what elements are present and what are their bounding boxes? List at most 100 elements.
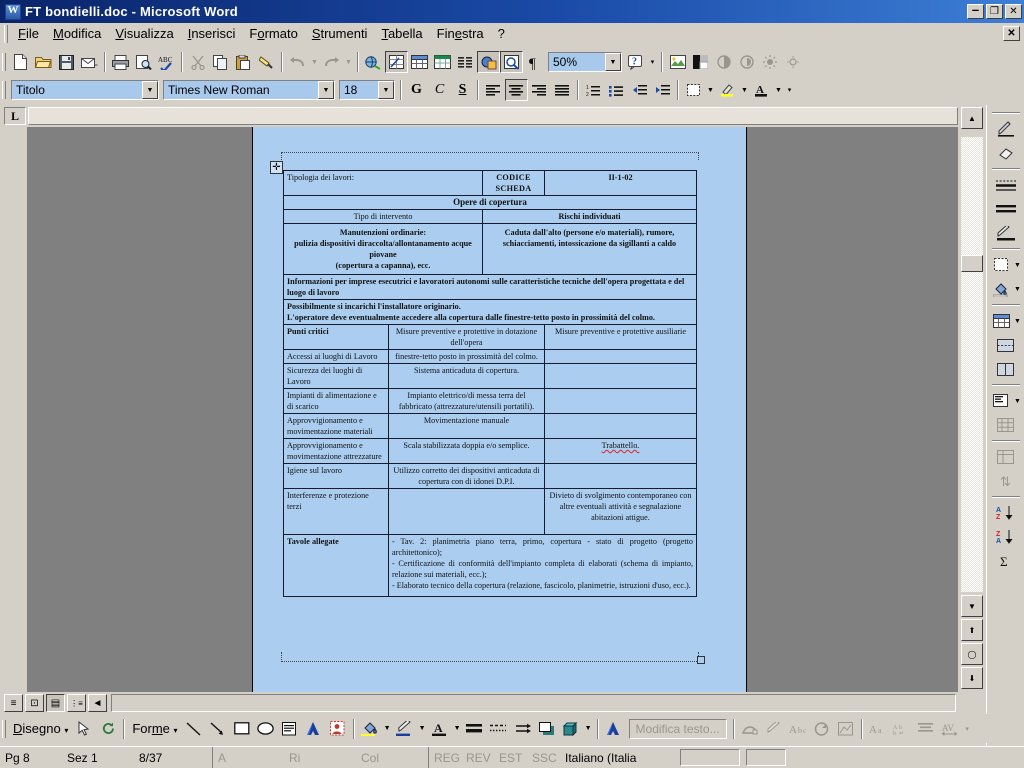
table-row[interactable]: Interferenze e protezione terzi Divieto …: [283, 488, 697, 535]
print-layout-view-button[interactable]: ▤: [46, 694, 65, 712]
columns-icon[interactable]: [454, 51, 477, 73]
new-document-icon[interactable]: [9, 51, 32, 73]
insert-table-dropdown-icon[interactable]: ▼: [1013, 318, 1022, 325]
rectangle-icon[interactable]: [230, 717, 254, 741]
italic-button[interactable]: C: [428, 79, 451, 101]
table-row-opere[interactable]: Opere di copertura: [283, 195, 697, 210]
cell-misura-ausiliaria[interactable]: Divieto di svolgimento contemporaneo con…: [544, 488, 697, 535]
minimize-button[interactable]: –: [967, 3, 984, 19]
cell-punto-critico[interactable]: Igiene sul lavoro: [283, 463, 389, 489]
table-row-manutenzioni[interactable]: Manutenzioni ordinarie: pulizia disposit…: [283, 223, 697, 275]
standard-toolbar-gripper[interactable]: [2, 53, 6, 71]
draw-table-pencil-icon[interactable]: [994, 118, 1018, 140]
table-row[interactable]: Accessi ai luoghi di Lavoro finestre-tet…: [283, 349, 697, 364]
more-brightness-icon[interactable]: [758, 51, 781, 73]
font-color-dropdown-icon[interactable]: ▼: [452, 718, 463, 740]
copy-icon[interactable]: [209, 51, 232, 73]
insert-excel-sheet-icon[interactable]: [431, 51, 454, 73]
cell-misura-dotazione[interactable]: Movimentazione manuale: [388, 413, 545, 439]
document-table[interactable]: Tipologia dei lavori: CODICE SCHEDA II-1…: [283, 170, 697, 597]
decrease-indent-icon[interactable]: [628, 79, 651, 101]
align-center-icon[interactable]: [505, 79, 528, 101]
numbered-list-icon[interactable]: 12: [582, 79, 605, 101]
vertical-scroll-track[interactable]: [961, 137, 983, 592]
split-cells-icon[interactable]: [994, 358, 1018, 380]
table-row-tavole[interactable]: Tavole allegate - Tav. 2: planimetria pi…: [283, 534, 697, 597]
line-weight-icon[interactable]: [994, 198, 1018, 220]
wordart-shape-icon[interactable]: [738, 717, 762, 741]
email-icon[interactable]: [78, 51, 101, 73]
cell-misura-dotazione[interactable]: Scala stabilizzata doppia e/o semplice.: [388, 438, 545, 464]
vertical-scrollbar[interactable]: ▲ ▼ ⬆ ◯ ⬇: [958, 105, 986, 692]
select-objects-arrow-icon[interactable]: [72, 717, 96, 741]
align-top-left-icon[interactable]: [989, 390, 1013, 412]
cell-misura-dotazione[interactable]: finestre-tetto posto in prossimità del c…: [388, 349, 545, 364]
wordart-letter-height-icon[interactable]: Aa: [866, 717, 890, 741]
sort-ascending-icon[interactable]: AZ: [994, 502, 1018, 524]
3d-icon[interactable]: [559, 717, 583, 741]
menu-formato[interactable]: Formato: [242, 24, 304, 43]
cell-punto-critico[interactable]: Approvvigionamento e movimentazione attr…: [283, 438, 389, 464]
font-size-dropdown-arrow[interactable]: ▼: [378, 81, 394, 99]
redo-icon[interactable]: [320, 51, 343, 73]
line-style-icon[interactable]: [994, 174, 1018, 196]
insert-picture-icon[interactable]: [666, 51, 689, 73]
previous-page-button[interactable]: ⬆: [961, 619, 983, 641]
cell-alignment-dropdown-icon[interactable]: ▼: [1013, 398, 1022, 405]
table-resize-handle[interactable]: [697, 656, 705, 664]
table-row-tipologia[interactable]: Tipologia dei lavori: CODICE SCHEDA II-1…: [283, 170, 697, 196]
insert-table-control[interactable]: ▼: [988, 309, 1024, 333]
menu-help[interactable]: ?: [491, 24, 512, 43]
paste-icon[interactable]: [232, 51, 255, 73]
menu-modifica[interactable]: Modifica: [46, 24, 108, 43]
menu-strumenti[interactable]: Strumenti: [305, 24, 375, 43]
dash-style-icon[interactable]: [487, 717, 511, 741]
cut-scissors-icon[interactable]: [186, 51, 209, 73]
font-color-icon[interactable]: A: [428, 717, 452, 741]
font-dropdown-arrow[interactable]: ▼: [318, 81, 334, 99]
table-row[interactable]: Impianti di alimentazione e di scarico I…: [283, 388, 697, 414]
cell-tipo-di-intervento[interactable]: Tipo di intervento: [283, 209, 483, 224]
formatting-toolbar-gripper[interactable]: [2, 81, 6, 99]
wordart-icon[interactable]: [302, 717, 326, 741]
style-dropdown-arrow[interactable]: ▼: [142, 81, 158, 99]
print-preview-icon[interactable]: [132, 51, 155, 73]
line-color-dropdown-icon[interactable]: ▼: [417, 718, 428, 740]
cell-codice-scheda-label[interactable]: CODICE SCHEDA: [482, 170, 545, 196]
wordart-vertical-text-icon[interactable]: [810, 717, 834, 741]
next-page-button[interactable]: ⬇: [961, 667, 983, 689]
toolbar-options-dropdown-icon[interactable]: ▾: [647, 51, 658, 73]
highlight-dropdown-icon[interactable]: ▼: [739, 79, 750, 101]
tables-and-borders-icon[interactable]: [385, 51, 408, 73]
close-document-button[interactable]: ✕: [1003, 26, 1020, 41]
table-row-informazioni[interactable]: Informazioni per imprese esecutrici e la…: [283, 274, 697, 300]
cell-misura-ausiliaria[interactable]: [544, 349, 697, 364]
table-row-column-headers[interactable]: Punti critici Misure preventive e protet…: [283, 324, 697, 350]
oval-icon[interactable]: [254, 717, 278, 741]
cell-rischi-text[interactable]: Caduta dall'alto (persone e/o materiali)…: [482, 223, 697, 275]
eraser-icon[interactable]: [994, 142, 1018, 164]
outline-view-button[interactable]: ⋮≡: [67, 694, 86, 712]
status-extend-selection[interactable]: EST: [494, 747, 527, 768]
autoshapes-menu-button[interactable]: Forme ▾: [128, 721, 181, 736]
wordart-format-icon[interactable]: [762, 717, 786, 741]
menu-inserisci[interactable]: Inserisci: [181, 24, 243, 43]
change-text-direction-icon[interactable]: ⇅: [994, 470, 1018, 492]
format-painter-icon[interactable]: [255, 51, 278, 73]
table-row[interactable]: Sicurezza dei luoghi di Lavoro Sistema a…: [283, 363, 697, 389]
sort-descending-icon[interactable]: ZA: [994, 526, 1018, 548]
line-icon[interactable]: [182, 717, 206, 741]
status-overtype[interactable]: SSC: [527, 747, 560, 768]
cell-opere-di-copertura[interactable]: Opere di copertura: [283, 195, 697, 210]
cell-rischi-individuati[interactable]: Rischi individuati: [482, 209, 697, 224]
borders-icon[interactable]: [682, 79, 705, 101]
font-color-dropdown-icon[interactable]: ▼: [773, 79, 784, 101]
vertical-scroll-thumb[interactable]: [961, 255, 983, 272]
print-icon[interactable]: [109, 51, 132, 73]
save-icon[interactable]: [55, 51, 78, 73]
shading-color-icon[interactable]: [989, 278, 1013, 300]
cell-misura-ausiliaria[interactable]: Trabattello.: [544, 438, 697, 464]
wordart-align-text-icon[interactable]: [914, 717, 938, 741]
table-move-handle[interactable]: ✛: [270, 161, 283, 174]
scroll-down-button[interactable]: ▼: [961, 595, 983, 617]
